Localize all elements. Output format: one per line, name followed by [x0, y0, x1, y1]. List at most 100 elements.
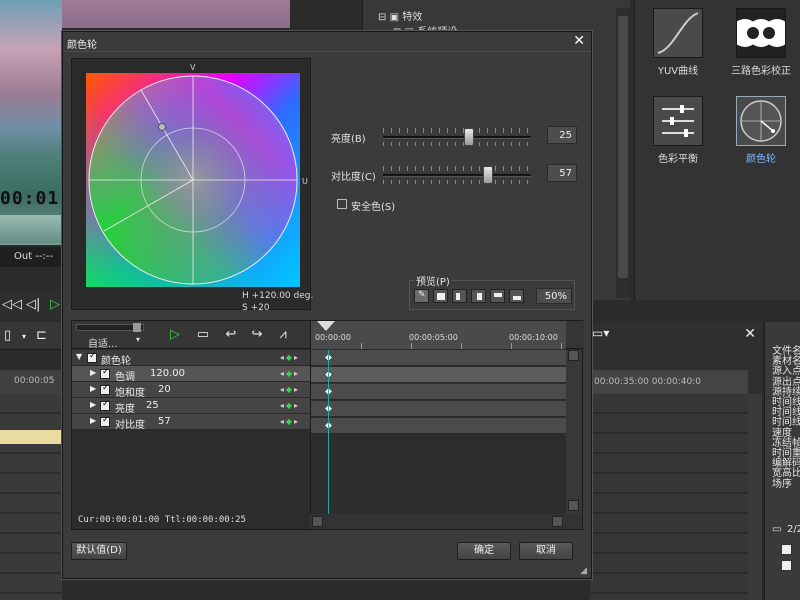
preview-group: 预览(P) ✎ 50% [409, 273, 575, 310]
color-wheel-panel: V U H +120.00 deg. S +20 [71, 58, 314, 313]
resize-grip-icon[interactable]: ◢ [580, 566, 587, 576]
effect-three-way[interactable]: 三路色彩校正 [731, 8, 791, 77]
checkbox[interactable] [100, 383, 110, 395]
param-row-contrast[interactable]: ▶ 对比度 57 ◂◆▸ [72, 414, 310, 431]
dialog-titlebar[interactable]: 颜色轮 ✕ [63, 32, 591, 52]
keyframe-nav-icon[interactable]: ◂◆▸ [280, 369, 300, 378]
preview-full-button[interactable] [433, 289, 448, 303]
keyframe-track[interactable] [311, 384, 567, 400]
timeline-right: ▭▾ ✕ 00:00:35:00 00:00:40:0 [590, 322, 762, 600]
checkbox[interactable] [100, 415, 110, 427]
checkbox[interactable] [100, 399, 110, 411]
new-icon[interactable]: ▯ [4, 328, 11, 343]
three-way-icon [731, 8, 791, 58]
chevron-down-icon: ▾ [135, 335, 140, 344]
checkbox[interactable] [781, 544, 792, 555]
wheel-handle [158, 123, 166, 131]
effect-color-balance[interactable]: 色彩平衡 [648, 96, 708, 165]
timeline-ruler: 00:00:05 [0, 370, 62, 394]
keyframe-ruler[interactable]: 00:00:00 00:00:05:00 00:00:10:00 [310, 321, 566, 349]
param-value[interactable]: 20 [158, 384, 171, 395]
hue-readout: H +120.00 deg. [242, 291, 314, 301]
top-icon [494, 293, 502, 297]
param-value[interactable]: 120.00 [150, 368, 185, 379]
keyframe-nav-icon[interactable]: ◂◆▸ [280, 353, 300, 362]
color-wheel[interactable] [86, 73, 300, 287]
preview-top-button[interactable] [490, 289, 505, 303]
checkbox[interactable] [100, 367, 110, 379]
open-icon[interactable]: ⊏ [36, 328, 47, 343]
preview-zoom-value[interactable]: 50% [536, 288, 572, 304]
scroll-right-icon[interactable] [552, 516, 563, 527]
keyframe-track[interactable] [311, 350, 567, 366]
timeline-toolbar: ▯ ▾ ⊏ [0, 322, 62, 350]
effect-yuv-curve[interactable]: YUV曲线 [648, 8, 708, 77]
fit-dropdown[interactable]: 自适... ▾ [76, 335, 144, 350]
param-row-saturation[interactable]: ▶ 饱和度 20 ◂◆▸ [72, 382, 310, 399]
rewind-icon[interactable]: ◁◁ [2, 297, 22, 312]
keyframe-nav-icon[interactable]: ◂◆▸ [280, 385, 300, 394]
play-icon[interactable]: ▷ [164, 325, 186, 345]
keyframe-track[interactable] [311, 401, 567, 417]
close-icon[interactable]: ✕ [573, 33, 585, 49]
checkbox[interactable] [87, 351, 97, 363]
zoom-slider[interactable] [76, 323, 144, 332]
close-icon[interactable]: ✕ [744, 326, 756, 342]
ok-button[interactable]: 确定 [457, 542, 511, 560]
scroll-up-icon[interactable] [568, 350, 579, 361]
collapse-icon[interactable]: ▼ [76, 352, 82, 361]
undo-icon[interactable]: ↩ [220, 325, 242, 345]
cancel-button[interactable]: 取消 [519, 542, 573, 560]
param-row-hue[interactable]: ▶ 色调 120.00 ◂◆▸ [72, 366, 310, 383]
timeline-vscroll[interactable] [748, 394, 762, 600]
contrast-value[interactable]: 57 [547, 164, 577, 182]
brightness-slider-thumb[interactable] [463, 128, 474, 146]
keyframe-track[interactable] [311, 418, 567, 434]
graph-icon[interactable]: ⩘ [272, 325, 294, 345]
step-back-icon[interactable]: ◁| [26, 297, 40, 312]
bin-scrollbar[interactable] [616, 8, 630, 298]
keyframe-nav-icon[interactable]: ◂◆▸ [280, 401, 300, 410]
timeline-tracks [0, 394, 62, 600]
timeline-clip[interactable] [0, 430, 62, 444]
expand-icon[interactable]: ▶ [90, 416, 96, 425]
dialog-title: 颜色轮 [67, 40, 97, 51]
param-value[interactable]: 57 [158, 416, 171, 427]
tree-node-effects[interactable]: ⊟ ▣ 特效 [378, 8, 422, 23]
menu-icon[interactable]: ▭▾ [592, 326, 609, 340]
scroll-down-icon[interactable] [568, 500, 579, 511]
brightness-slider-row: 亮度(B) 25 [331, 126, 579, 148]
redo-icon[interactable]: ↪ [246, 325, 268, 345]
param-value[interactable]: 25 [146, 400, 159, 411]
preview-split-button[interactable] [452, 289, 467, 303]
play-icon[interactable]: ▷ [50, 297, 60, 312]
default-button[interactable]: 默认值(D) [71, 542, 127, 560]
contrast-slider[interactable] [383, 174, 531, 177]
playhead-icon[interactable] [317, 321, 335, 331]
keyframe-hscroll[interactable] [310, 514, 582, 529]
expand-icon[interactable]: ▶ [90, 368, 96, 377]
timecode-display: 00:01 [0, 188, 60, 209]
preview-icon[interactable]: ▭ [192, 325, 214, 345]
preview-side-button[interactable] [471, 289, 486, 303]
checkbox[interactable] [781, 560, 792, 571]
keyframe-nav-icon[interactable]: ◂◆▸ [280, 417, 300, 426]
contrast-slider-thumb[interactable] [483, 166, 494, 184]
dropdown-icon[interactable]: ▾ [22, 332, 26, 341]
keyframe-track[interactable] [311, 367, 567, 383]
param-row-brightness[interactable]: ▶ 亮度 25 ◂◆▸ [72, 398, 310, 415]
preview-bottom-button[interactable] [509, 289, 524, 303]
expand-icon[interactable]: ▶ [90, 400, 96, 409]
axis-v-label: V [190, 63, 196, 72]
keyframe-tracks[interactable] [310, 350, 567, 514]
brightness-value[interactable]: 25 [547, 126, 577, 144]
scroll-left-icon[interactable] [312, 516, 323, 527]
keyframe-editor: 自适... ▾ ▷ ▭ ↩ ↪ ⩘ 00:00:00 00:00:05:00 0… [71, 320, 584, 530]
expand-icon[interactable]: ▶ [90, 384, 96, 393]
checkbox[interactable] [337, 199, 347, 209]
keyframe-vscroll[interactable] [566, 350, 582, 514]
preview-pen-button[interactable]: ✎ [414, 289, 429, 303]
effect-color-wheel[interactable]: 颜色轮 [731, 96, 791, 165]
brightness-slider[interactable] [383, 136, 531, 139]
param-row-color-wheel[interactable]: ▼ 颜色轮 ◂◆▸ [72, 350, 310, 367]
